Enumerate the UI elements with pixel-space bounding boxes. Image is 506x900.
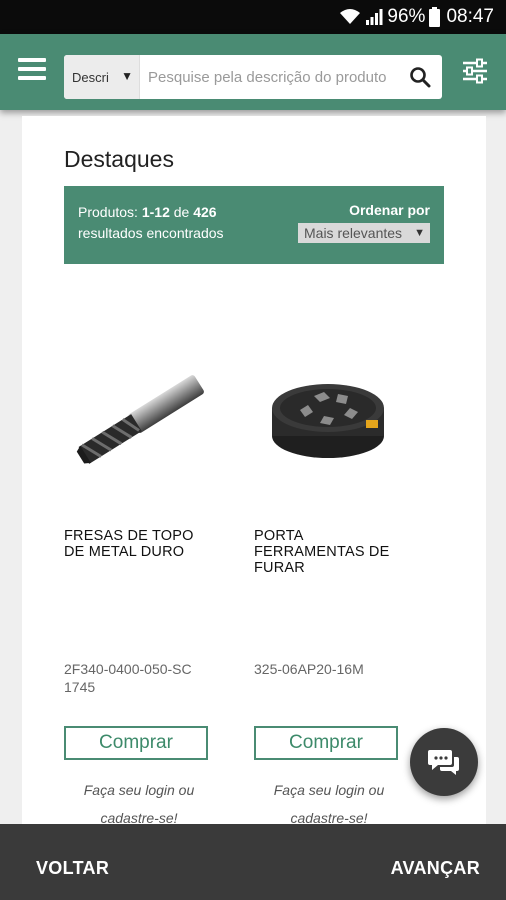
search-box: Descri ▼ — [64, 55, 442, 99]
page-title: Destaques — [64, 146, 174, 172]
search-type-select[interactable]: Descri ▼ — [64, 55, 140, 99]
results-count: Produtos: 1-12 de 426 resultados encontr… — [78, 202, 224, 244]
buy-button[interactable]: Comprar — [254, 726, 398, 760]
wifi-icon — [340, 9, 361, 24]
results-prefix: Produtos: — [78, 204, 142, 220]
menu-icon — [18, 58, 46, 62]
product-card: FRESAS DE TOPO DE METAL DURO 2F340-0400-… — [64, 366, 214, 826]
results-range: 1-12 — [141, 204, 170, 220]
signal-icon — [366, 9, 383, 25]
product-image-end-mill[interactable] — [64, 366, 214, 476]
bottom-nav-bar: VOLTAR AVANÇAR — [0, 824, 506, 900]
product-card: PORTA FERRAMENTAS DE FURAR 325-06AP20-16… — [254, 366, 404, 826]
results-suffix: resultados encontrados — [78, 225, 224, 241]
menu-button[interactable] — [18, 58, 46, 82]
sort-value: Mais relevantes — [304, 225, 403, 241]
caret-down-icon: ▼ — [414, 227, 425, 239]
search-icon — [410, 67, 431, 88]
battery-percent: 96% — [387, 6, 426, 27]
search-type-value: Descri — [72, 69, 109, 85]
sort-label: Ordenar por — [349, 202, 430, 218]
sliders-icon — [463, 58, 487, 84]
status-bar: 96% 08:47 — [0, 0, 506, 34]
caret-down-icon: ▼ — [121, 69, 133, 83]
product-name[interactable]: PORTA FERRAMENTAS DE FURAR — [254, 528, 404, 576]
results-bar: Produtos: 1-12 de 426 resultados encontr… — [64, 186, 444, 264]
sort-select[interactable]: Mais relevantes ▼ — [298, 223, 430, 243]
results-total: 426 — [193, 204, 217, 220]
back-button[interactable]: VOLTAR — [36, 858, 109, 879]
search-input[interactable] — [140, 57, 398, 97]
chat-icon — [428, 750, 459, 775]
status-icons: 96% — [339, 6, 441, 28]
product-name[interactable]: FRESAS DE TOPO DE METAL DURO — [64, 528, 214, 560]
buy-button[interactable]: Comprar — [64, 726, 208, 760]
results-of: de — [169, 204, 194, 220]
battery-icon — [429, 7, 441, 27]
app-bar: Descri ▼ — [0, 34, 506, 110]
product-image-drill-holder[interactable] — [254, 366, 404, 476]
product-code: 325-06AP20-16M — [254, 661, 364, 677]
product-code: 2F340-0400-050-SC 1745 — [64, 661, 192, 695]
clock: 08:47 — [446, 6, 494, 27]
search-button[interactable] — [398, 55, 442, 99]
filter-button[interactable] — [462, 58, 488, 84]
next-button[interactable]: AVANÇAR — [391, 858, 480, 879]
chat-button[interactable] — [410, 728, 478, 796]
